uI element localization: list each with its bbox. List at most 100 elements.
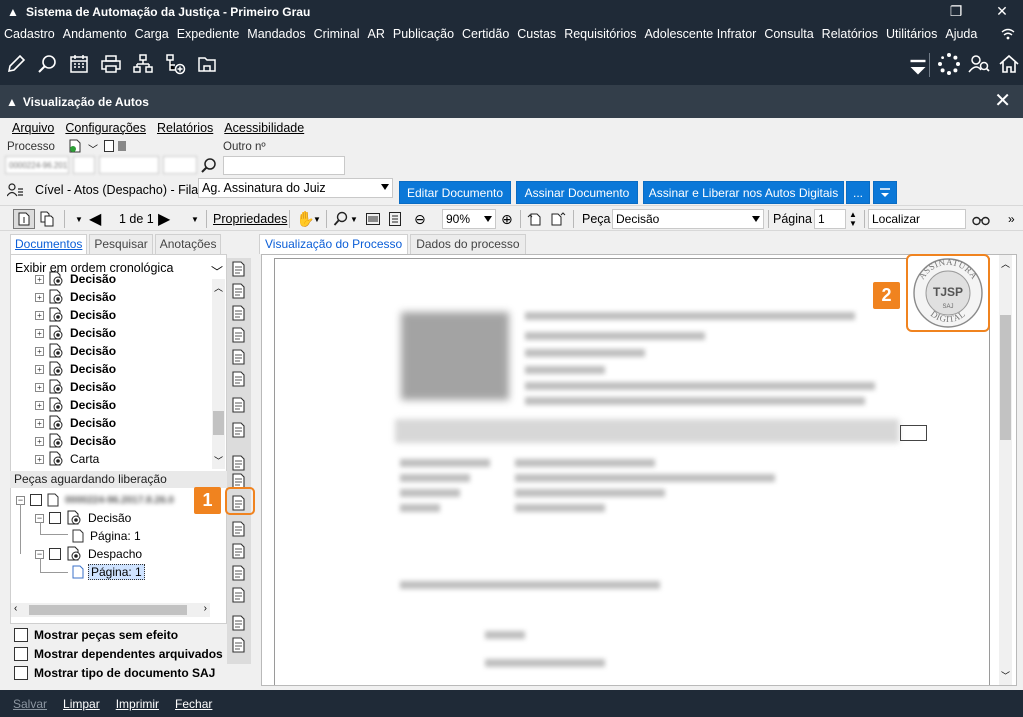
menu-relatorios-viewer[interactable]: Relatórios xyxy=(157,121,213,135)
menu-mandados[interactable]: Mandados xyxy=(243,27,309,41)
tree-item-decisão[interactable]: + Decisão xyxy=(35,414,116,432)
salvar-button[interactable]: Salvar xyxy=(13,697,47,711)
scroll-up-icon[interactable]: ︿ xyxy=(214,281,223,294)
menu-expediente[interactable]: Expediente xyxy=(173,27,244,41)
tree-item-decisão[interactable]: + Decisão xyxy=(35,432,116,450)
despacho-checkbox[interactable] xyxy=(49,548,61,560)
pecas-root-row[interactable]: − 0000224-96.2017.8.26.0 xyxy=(16,491,174,509)
fit-page-icon[interactable] xyxy=(389,210,401,228)
menu-carga[interactable]: Carga xyxy=(131,27,173,41)
pecas-despacho-pagina-row[interactable]: Página: 1 xyxy=(72,563,145,581)
expand-icon[interactable]: + xyxy=(35,418,44,428)
document-remove-icon[interactable] xyxy=(230,326,248,344)
menu-criminal[interactable]: Criminal xyxy=(310,27,364,41)
hand-tool-icon[interactable]: ✋ xyxy=(296,210,315,228)
menu-andamento[interactable]: Andamento xyxy=(59,27,131,41)
editar-documento-button[interactable]: Editar Documento xyxy=(399,181,511,204)
processo-number-part-1[interactable]: 0000224-96.2017.8.26.0000 xyxy=(5,156,69,174)
expand-icon[interactable]: + xyxy=(35,274,44,284)
menu-publicacao[interactable]: Publicação xyxy=(389,27,458,41)
actions-dropdown-button[interactable] xyxy=(873,181,897,204)
viewer-scrollbar[interactable]: ︿ ﹀ xyxy=(999,255,1012,685)
menu-adolescente-infrator[interactable]: Adolescente Infrator xyxy=(640,27,760,41)
chevron-down-icon[interactable]: ▼ xyxy=(313,210,321,228)
limpar-button[interactable]: Limpar xyxy=(63,697,100,711)
zoom-in-icon[interactable]: ⊕ xyxy=(501,210,513,228)
option-checkbox[interactable] xyxy=(14,647,28,661)
expand-icon[interactable]: + xyxy=(35,292,44,302)
expand-icon[interactable]: + xyxy=(35,310,44,320)
horizontal-scrollbar[interactable]: ‹ › xyxy=(11,603,210,617)
menu-ar[interactable]: AR xyxy=(364,27,389,41)
scroll-right-icon[interactable]: › xyxy=(204,603,207,614)
option-mostrar-tipo-documento-saj[interactable]: Mostrar tipo de documento SAJ xyxy=(14,664,215,682)
tab-anotacoes[interactable]: Anotações xyxy=(154,234,222,254)
expand-icon[interactable]: + xyxy=(35,436,44,446)
fit-width-icon[interactable] xyxy=(366,210,380,228)
folder-icon[interactable] xyxy=(195,52,219,76)
search-process-icon[interactable] xyxy=(36,52,60,76)
loading-spinner-icon[interactable] xyxy=(937,52,961,76)
scroll-down-icon[interactable]: ﹀ xyxy=(214,454,223,467)
fila-select[interactable]: Ag. Assinatura do Juiz xyxy=(198,178,393,198)
copy-pages-icon[interactable] xyxy=(230,370,248,388)
tree-scrollbar[interactable]: ︿ ﹀ xyxy=(212,279,225,469)
scroll-thumb[interactable] xyxy=(29,605,187,615)
copy-document-icon[interactable] xyxy=(40,210,54,228)
fechar-button[interactable]: Fechar xyxy=(175,697,212,711)
assinar-documento-button[interactable]: Assinar Documento xyxy=(516,181,638,204)
window-stack-icon[interactable] xyxy=(230,636,248,654)
chevron-down-icon[interactable]: ▼ xyxy=(350,210,358,228)
scroll-thumb[interactable] xyxy=(1000,315,1011,440)
localizar-input[interactable]: Localizar xyxy=(868,209,966,229)
scroll-left-icon[interactable]: ‹ xyxy=(14,603,17,614)
tab-visualizacao-processo[interactable]: Visualização do Processo xyxy=(259,234,409,254)
document-seal-icon[interactable] xyxy=(230,304,248,322)
tree-item-decisão[interactable]: + Decisão xyxy=(35,270,116,288)
menu-acessibilidade[interactable]: Acessibilidade xyxy=(224,121,304,135)
expand-icon[interactable]: + xyxy=(35,328,44,338)
calendar-icon[interactable] xyxy=(67,52,91,76)
scroll-down-icon[interactable]: ﹀ xyxy=(1001,669,1010,682)
processo-number-part-2[interactable] xyxy=(73,156,95,174)
tree-item-decisão[interactable]: + Decisão xyxy=(35,324,116,342)
previous-page-icon[interactable]: ◀ xyxy=(89,210,101,228)
menu-utilitarios[interactable]: Utilitários xyxy=(882,27,941,41)
decisao-checkbox[interactable] xyxy=(49,512,61,524)
option-checkbox[interactable] xyxy=(14,666,28,680)
tab-pesquisar[interactable]: Pesquisar xyxy=(89,234,153,254)
imprimir-button[interactable]: Imprimir xyxy=(116,697,159,711)
menu-cadastro[interactable]: Cadastro xyxy=(0,27,59,41)
pecas-decisao-row[interactable]: − Decisão xyxy=(35,509,131,527)
restore-window-icon[interactable]: ❐ xyxy=(936,0,976,23)
tab-dados-processo[interactable]: Dados do processo xyxy=(410,234,526,254)
dropdown-menu-icon[interactable] xyxy=(906,55,926,75)
option-checkbox[interactable] xyxy=(14,628,28,642)
menu-consulta[interactable]: Consulta xyxy=(760,27,817,41)
pecas-despacho-row[interactable]: − Despacho xyxy=(35,545,142,563)
close-window-icon[interactable]: ✕ xyxy=(982,0,1022,23)
menu-requisitorios[interactable]: Requisitórios xyxy=(560,27,640,41)
copy-pages-icon[interactable] xyxy=(230,586,248,604)
scroll-up-icon[interactable]: ︿ xyxy=(1001,257,1010,270)
bookmark-icon[interactable] xyxy=(104,140,114,152)
pecas-decisao-pagina-row[interactable]: Página: 1 xyxy=(72,527,141,545)
users-search-icon[interactable] xyxy=(967,52,991,76)
new-document-icon[interactable] xyxy=(69,139,81,153)
window-copy-icon[interactable] xyxy=(230,614,248,632)
next-page-icon[interactable]: ▶ xyxy=(158,210,170,228)
tree-expand-icon[interactable] xyxy=(230,260,248,278)
zoom-out-icon[interactable]: ⊖ xyxy=(414,210,426,228)
gavel-icon[interactable] xyxy=(230,348,248,366)
expand-icon[interactable]: + xyxy=(35,400,44,410)
hierarchy-icon[interactable] xyxy=(131,52,155,76)
rotate-right-icon[interactable] xyxy=(550,210,566,228)
processo-number-part-4[interactable] xyxy=(163,156,197,174)
tree-item-decisão[interactable]: + Decisão xyxy=(35,378,116,396)
menu-relatorios[interactable]: Relatórios xyxy=(818,27,882,41)
last-page-dropdown-icon[interactable]: ▼ xyxy=(191,210,199,228)
arrows-icon[interactable] xyxy=(230,454,248,472)
propriedades-button[interactable]: Propriedades xyxy=(213,210,287,228)
toolbar-overflow-icon[interactable]: » xyxy=(1008,210,1015,228)
outro-numero-input[interactable] xyxy=(223,156,345,175)
